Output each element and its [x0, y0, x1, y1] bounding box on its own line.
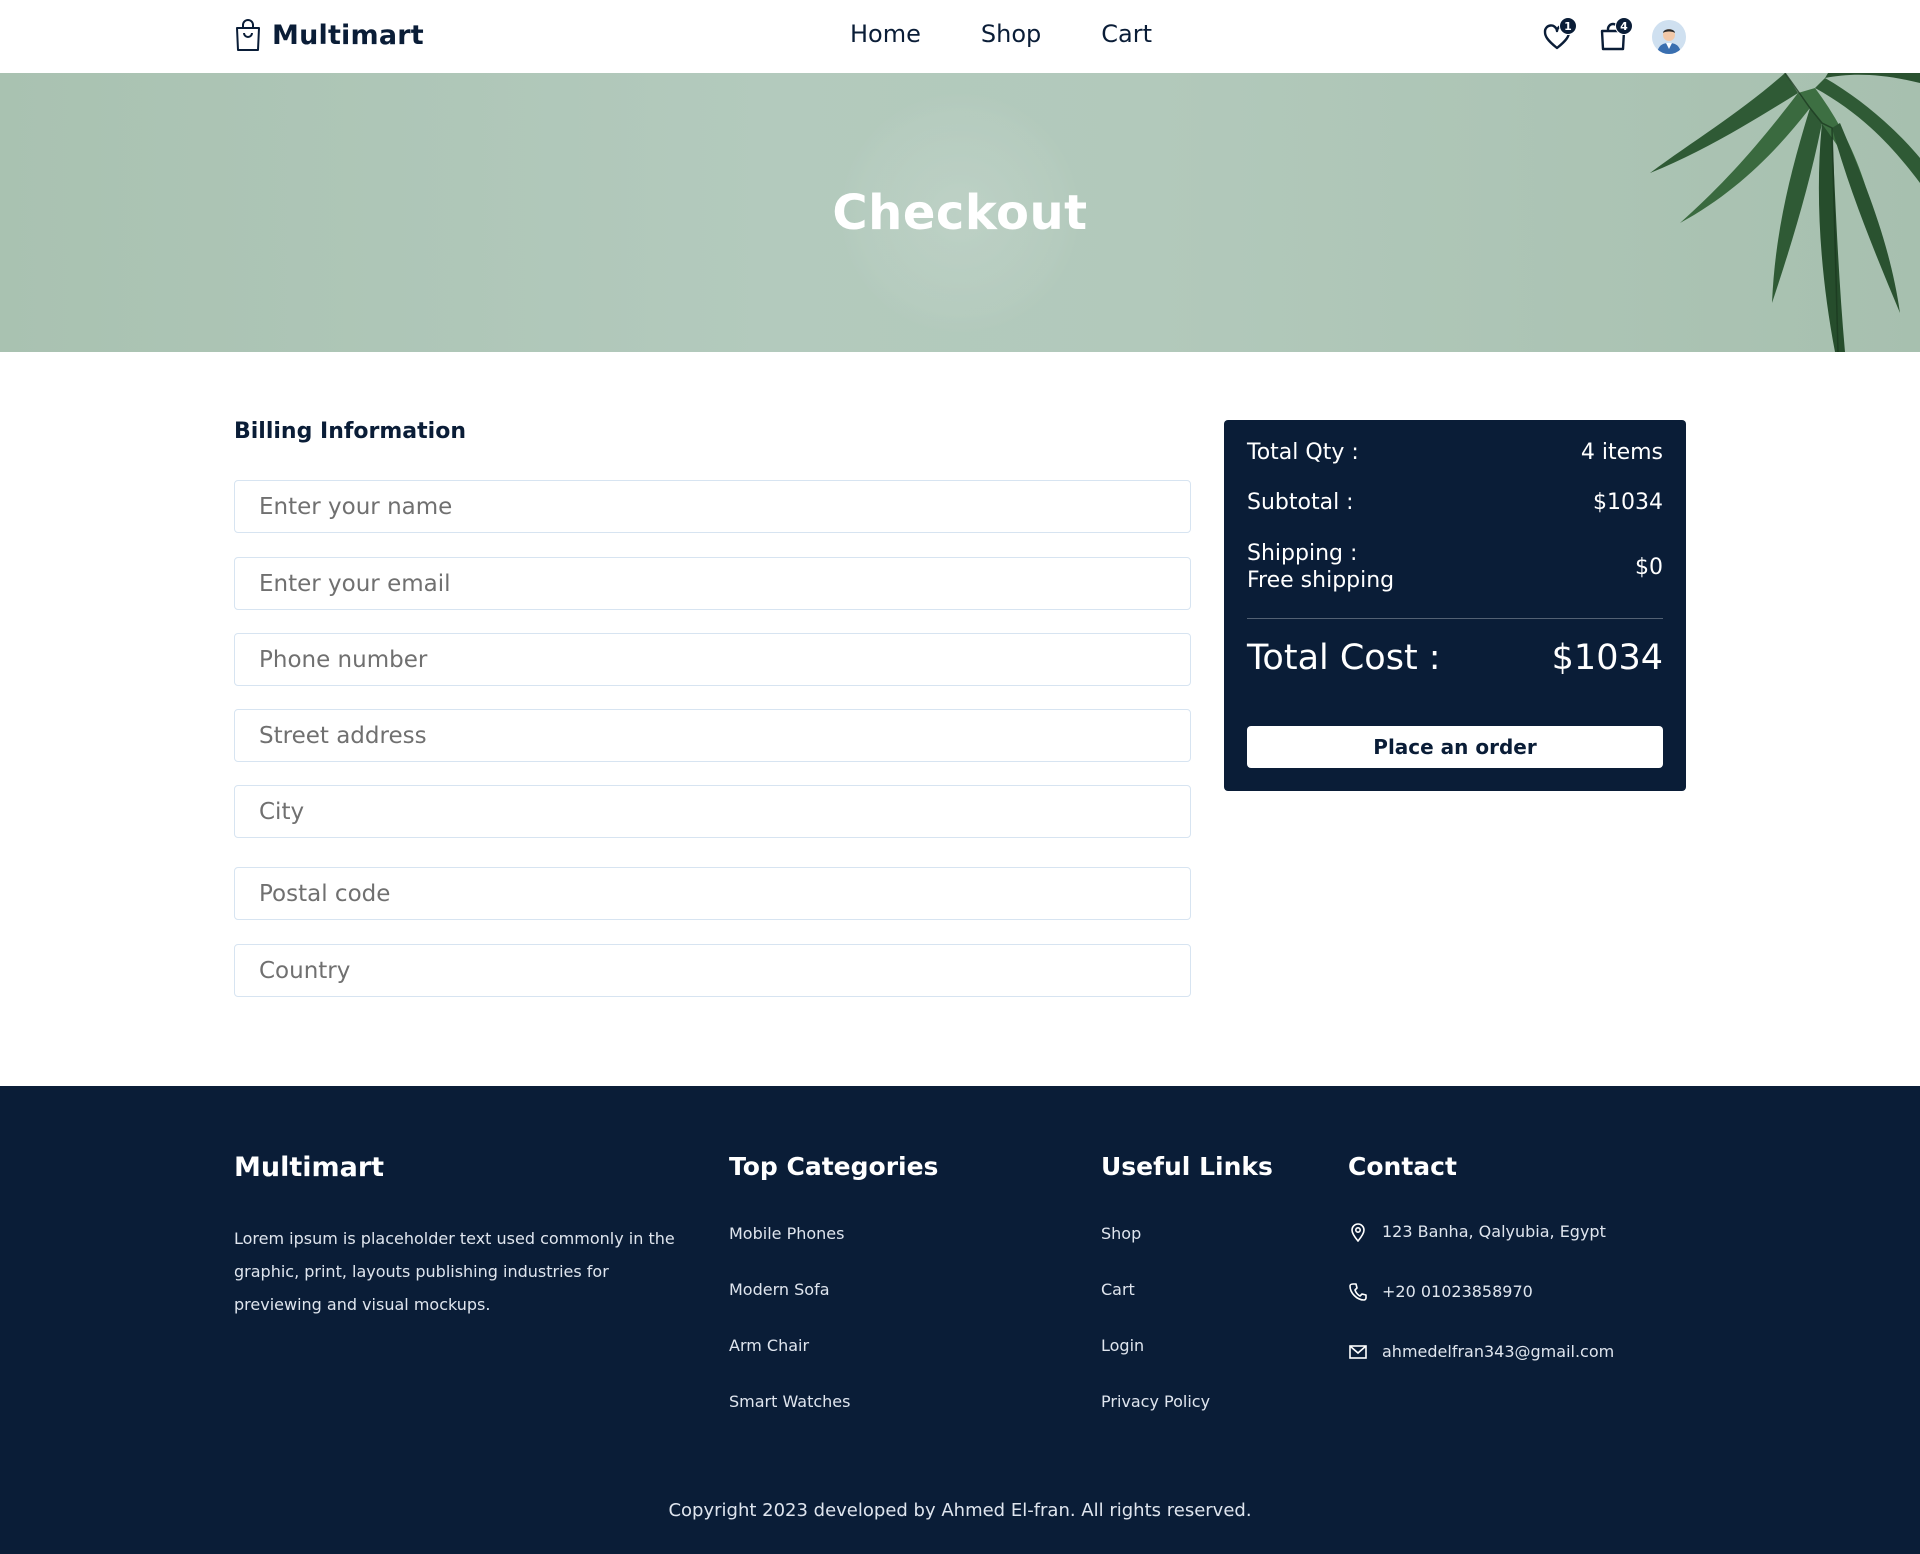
useful-links-title: Useful Links — [1101, 1152, 1273, 1181]
copyright-text: Copyright 2023 developed by Ahmed El-fra… — [668, 1500, 1252, 1521]
shopping-bag-icon — [236, 19, 260, 51]
street-address-field[interactable] — [234, 709, 1191, 762]
order-summary: Total Qty : 4 items Subtotal : $1034 Shi… — [1224, 420, 1686, 791]
top-categories-list: Mobile Phones Modern Sofa Arm Chair Smar… — [729, 1224, 850, 1448]
footer-description: Lorem ipsum is placeholder text used com… — [234, 1229, 675, 1314]
category-link[interactable]: Smart Watches — [729, 1392, 850, 1448]
mail-icon — [1349, 1345, 1367, 1359]
wishlist-button[interactable]: 1 — [1540, 17, 1577, 54]
billing-title: Billing Information — [234, 419, 466, 444]
nav-home[interactable]: Home — [850, 20, 921, 48]
contact-email[interactable]: ahmedelfran343@gmail.com — [1348, 1342, 1614, 1402]
contact-phone: +20 01023858970 — [1348, 1282, 1614, 1342]
useful-links-list: Shop Cart Login Privacy Policy — [1101, 1224, 1210, 1448]
header-actions: 1 4 — [1540, 17, 1686, 54]
shipping-value: $0 — [1635, 554, 1663, 580]
category-link[interactable]: Mobile Phones — [729, 1224, 850, 1280]
contact-address-text: 123 Banha, Qalyubia, Egypt — [1382, 1222, 1606, 1241]
city-field[interactable] — [234, 785, 1191, 838]
contact-address: 123 Banha, Qalyubia, Egypt — [1348, 1222, 1614, 1282]
user-avatar[interactable] — [1652, 20, 1686, 54]
shipping-row: Shipping : Free shipping $0 — [1247, 540, 1663, 594]
contact-phone-text: +20 01023858970 — [1382, 1282, 1533, 1301]
subtotal-label: Subtotal : — [1247, 490, 1354, 515]
cart-count-badge: 4 — [1615, 17, 1633, 35]
postal-code-field[interactable] — [234, 867, 1191, 920]
top-categories-title: Top Categories — [729, 1152, 939, 1181]
site-footer: Multimart Lorem ipsum is placeholder tex… — [0, 1086, 1920, 1554]
useful-link[interactable]: Login — [1101, 1336, 1210, 1392]
useful-link[interactable]: Privacy Policy — [1101, 1392, 1210, 1448]
contact-list: 123 Banha, Qalyubia, Egypt +20 010238589… — [1348, 1222, 1614, 1402]
summary-divider — [1247, 618, 1663, 619]
email-field[interactable] — [234, 557, 1191, 610]
phone-icon — [1349, 1283, 1367, 1301]
cart-button[interactable]: 4 — [1596, 17, 1633, 54]
total-qty-value: 4 items — [1580, 440, 1663, 465]
checkout-hero: Checkout — [0, 73, 1920, 352]
useful-link[interactable]: Shop — [1101, 1224, 1210, 1280]
total-cost-row: Total Cost : $1034 — [1247, 638, 1663, 678]
wishlist-count-badge: 1 — [1559, 17, 1577, 35]
place-order-button[interactable]: Place an order — [1247, 726, 1663, 768]
total-qty-label: Total Qty : — [1247, 440, 1359, 465]
site-header: Multimart Home Shop Cart 1 4 — [0, 0, 1920, 73]
phone-field[interactable] — [234, 633, 1191, 686]
useful-link[interactable]: Cart — [1101, 1280, 1210, 1336]
subtotal-row: Subtotal : $1034 — [1247, 490, 1663, 515]
user-icon — [1652, 20, 1686, 54]
map-pin-icon — [1351, 1223, 1365, 1242]
brand-logo[interactable]: Multimart — [234, 18, 424, 52]
nav-shop[interactable]: Shop — [981, 20, 1041, 48]
name-field[interactable] — [234, 480, 1191, 533]
footer-brand: Multimart — [234, 1152, 385, 1183]
category-link[interactable]: Arm Chair — [729, 1336, 850, 1392]
total-cost-label: Total Cost : — [1247, 638, 1441, 678]
subtotal-value: $1034 — [1593, 490, 1663, 515]
brand-name: Multimart — [272, 19, 424, 51]
main-nav: Home Shop Cart — [850, 20, 1152, 48]
shipping-label: Shipping : — [1247, 541, 1358, 566]
total-cost-value: $1034 — [1551, 638, 1663, 678]
category-link[interactable]: Modern Sofa — [729, 1280, 850, 1336]
country-field[interactable] — [234, 944, 1191, 997]
nav-cart[interactable]: Cart — [1101, 20, 1152, 48]
palm-leaves-decoration — [1650, 73, 1920, 352]
contact-title: Contact — [1348, 1152, 1457, 1181]
total-qty-row: Total Qty : 4 items — [1247, 440, 1663, 465]
shipping-note: Free shipping — [1247, 568, 1395, 593]
contact-email-text: ahmedelfran343@gmail.com — [1382, 1342, 1615, 1361]
shipping-label-group: Shipping : Free shipping — [1247, 540, 1394, 594]
